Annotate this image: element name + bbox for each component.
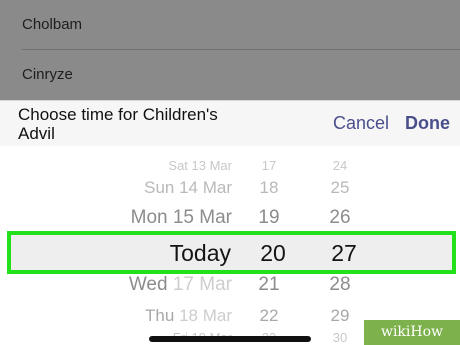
list-item[interactable]: Cholbam xyxy=(0,0,460,50)
picker-row[interactable]: Sun 14 Mar 18 25 xyxy=(0,176,460,206)
list-item-label: Cholbam xyxy=(22,16,83,33)
picker-row[interactable]: Sat 13 Mar 17 24 xyxy=(0,158,460,173)
picker-hour: 21 xyxy=(258,274,280,295)
picker-date-day: Wed xyxy=(128,274,168,295)
cancel-button[interactable]: Cancel xyxy=(333,113,389,134)
list-item-label: Cinryze xyxy=(22,66,73,83)
picker-minute: 24 xyxy=(332,158,348,173)
picker-minute: 25 xyxy=(330,178,350,197)
dimmed-medication-list: Cholbam Cinryze xyxy=(0,0,460,100)
picker-hour: 18 xyxy=(259,178,279,197)
picker-minute: 28 xyxy=(329,274,351,295)
list-item[interactable]: Cinryze xyxy=(0,50,460,100)
home-indicator[interactable] xyxy=(149,336,311,342)
picker-date: Mon 15 Mar xyxy=(130,207,232,228)
picker-hour: 17 xyxy=(261,158,277,173)
picker-hour: 19 xyxy=(258,207,280,228)
picker-date: Today xyxy=(169,240,231,266)
picker-date: Wed 17 Mar xyxy=(129,274,232,296)
done-button[interactable]: Done xyxy=(405,113,450,134)
picker-toolbar: Choose time for Children's Advil Cancel … xyxy=(0,100,460,147)
picker-minute: 27 xyxy=(331,240,357,266)
picker-row[interactable]: Wed 17 Mar 21 28 xyxy=(0,266,460,296)
wikihow-watermark: wikiHow xyxy=(364,320,460,345)
picker-minute: 26 xyxy=(329,207,351,228)
picker-date: Sat 13 Mar xyxy=(168,158,232,173)
picker-date-rest: 17 Mar xyxy=(172,274,232,295)
picker-minute: 30 xyxy=(332,330,348,345)
picker-hour: 20 xyxy=(260,240,286,266)
picker-title: Choose time for Children's Advil xyxy=(18,105,218,143)
date-time-picker[interactable]: Sat 13 Mar 17 24 Sun 14 Mar 18 25 Mon 15… xyxy=(0,146,460,345)
picker-date: Sun 14 Mar xyxy=(144,178,232,197)
screen: Cholbam Cinryze Choose time for Children… xyxy=(0,0,460,345)
